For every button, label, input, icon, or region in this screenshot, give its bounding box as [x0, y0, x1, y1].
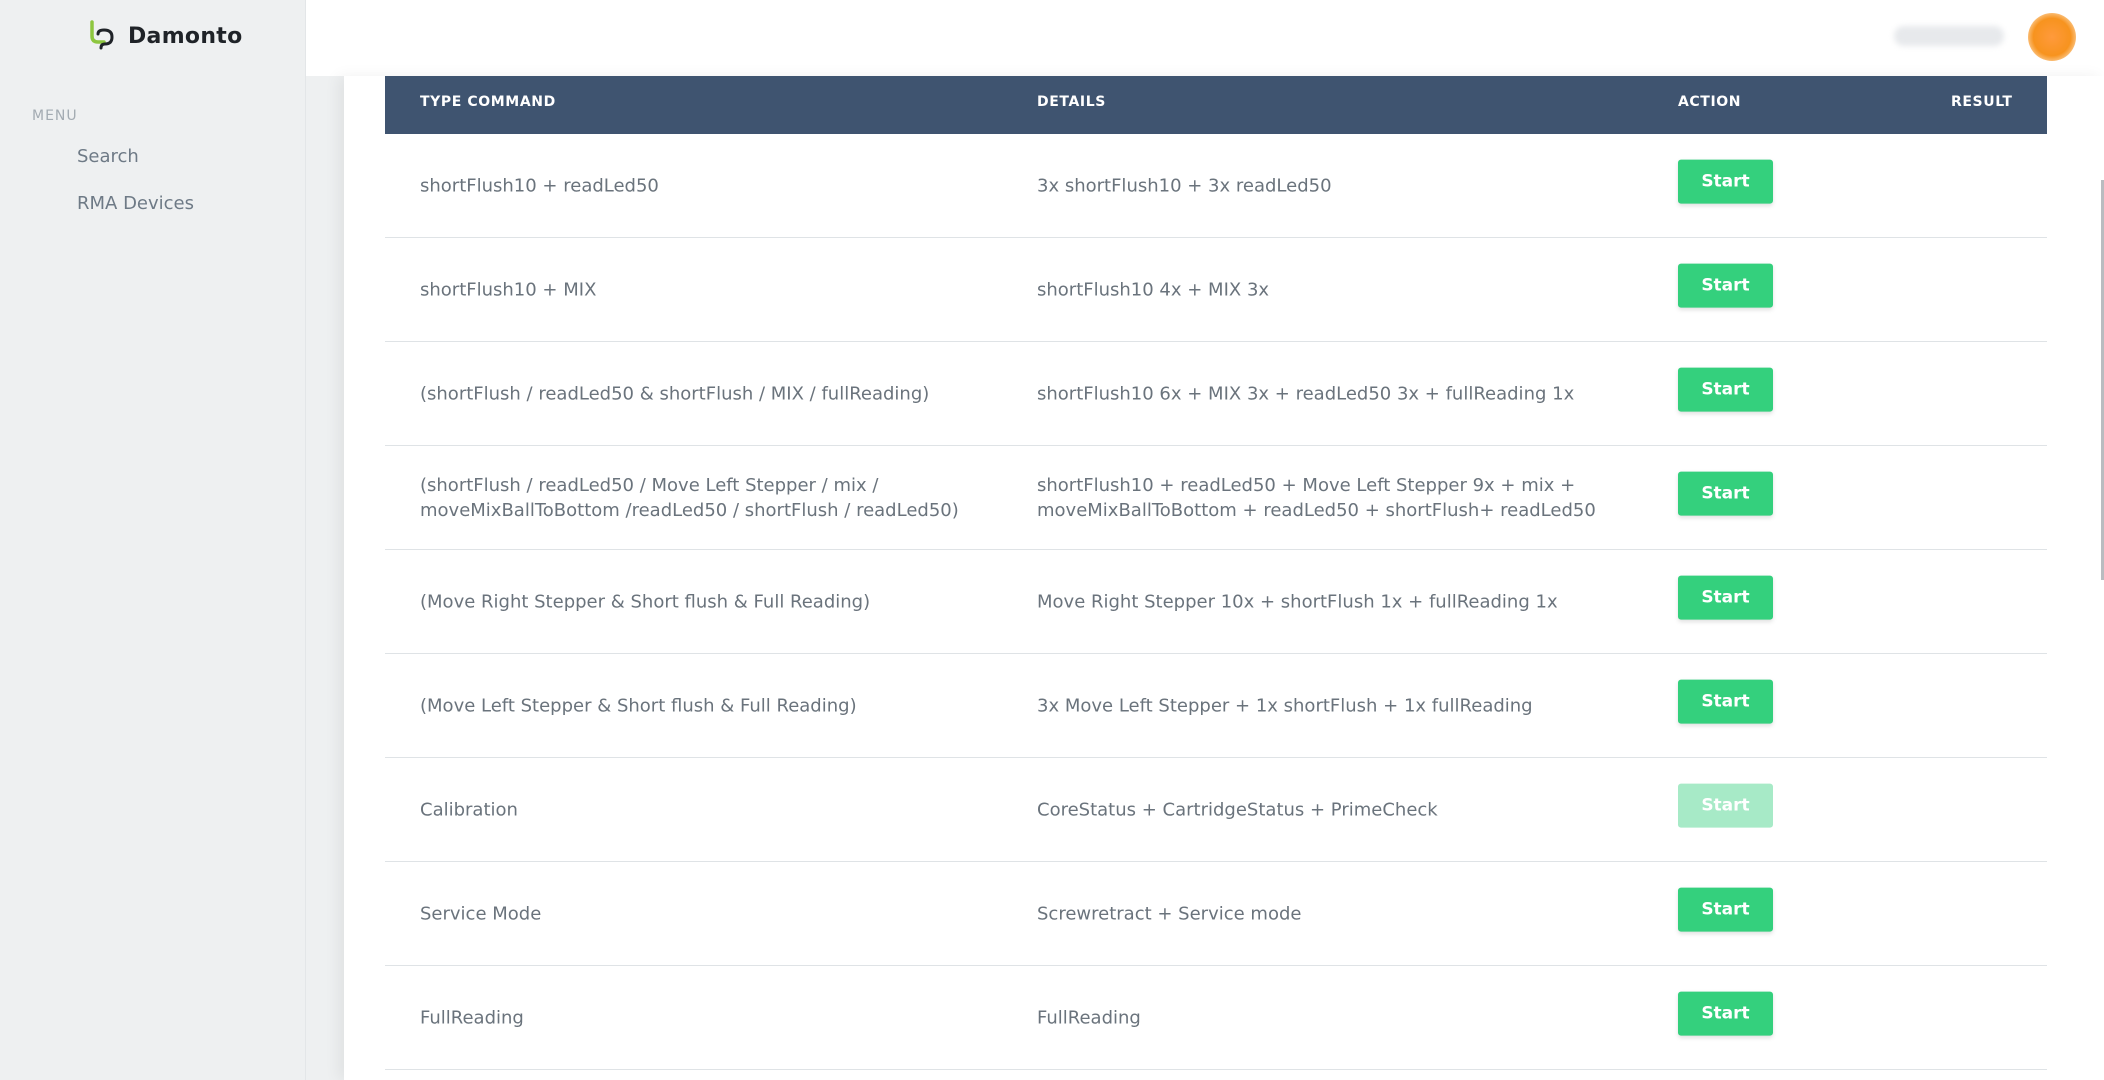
cell-details: CoreStatus + CartridgeStatus + PrimeChec…	[1037, 799, 1438, 820]
cell-details: FullReading	[1037, 1007, 1141, 1028]
table-row: shortFlush10 + MIX shortFlush10 4x + MIX…	[385, 238, 2047, 342]
cell-type-command: (Move Left Stepper & Short flush & Full …	[420, 695, 857, 716]
brand[interactable]: Damonto	[84, 20, 243, 52]
table-row: (shortFlush / readLed50 & shortFlush / M…	[385, 342, 2047, 446]
main-content: TYPE COMMAND DETAILS ACTION RESULT short…	[344, 76, 2104, 1080]
avatar[interactable]	[2028, 13, 2076, 61]
cell-details: 3x Move Left Stepper + 1x shortFlush + 1…	[1037, 695, 1533, 716]
user-name-blurred[interactable]	[1894, 26, 2004, 46]
start-button[interactable]: Start	[1678, 263, 1773, 308]
cell-details: Move Right Stepper 10x + shortFlush 1x +…	[1037, 591, 1558, 612]
cell-type-command: Service Mode	[420, 903, 542, 924]
start-button[interactable]: Start	[1678, 471, 1773, 516]
start-button[interactable]: Start	[1678, 159, 1773, 204]
sidebar-item-rma-devices[interactable]: RMA Devices	[77, 193, 194, 214]
sidebar-item-search[interactable]: Search	[77, 146, 139, 167]
cell-type-command: (Move Right Stepper & Short flush & Full…	[420, 591, 871, 612]
cell-details: shortFlush10 6x + MIX 3x + readLed50 3x …	[1037, 383, 1575, 404]
table-row: Service Mode Screwretract + Service mode…	[385, 862, 2047, 966]
cell-type-command: (shortFlush / readLed50 / Move Left Step…	[420, 474, 959, 521]
start-button[interactable]: Start	[1678, 679, 1773, 724]
cell-details: shortFlush10 4x + MIX 3x	[1037, 279, 1270, 300]
table-row: (Move Left Stepper & Short flush & Full …	[385, 654, 2047, 758]
brand-name: Damonto	[128, 23, 243, 49]
top-header	[306, 0, 2104, 76]
table-row: (Move Right Stepper & Short flush & Full…	[385, 550, 2047, 654]
start-button[interactable]: Start	[1678, 887, 1773, 932]
table-row: shortFlush10 + readLed50 3x shortFlush10…	[385, 134, 2047, 238]
table-row: (shortFlush / readLed50 / Move Left Step…	[385, 446, 2047, 550]
logo-icon	[90, 20, 114, 50]
start-button[interactable]: Start	[1678, 991, 1773, 1036]
header-action: ACTION	[1678, 94, 1742, 110]
cell-type-command: shortFlush10 + readLed50	[420, 175, 659, 196]
cell-details: shortFlush10 + readLed50 + Move Left Ste…	[1037, 474, 1596, 521]
cell-details: Screwretract + Service mode	[1037, 903, 1302, 924]
cell-type-command: (shortFlush / readLed50 & shortFlush / M…	[420, 383, 930, 404]
cell-type-command: FullReading	[420, 1007, 524, 1028]
table-header: TYPE COMMAND DETAILS ACTION RESULT	[385, 76, 2047, 134]
menu-heading: MENU	[32, 108, 78, 124]
start-button-disabled: Start	[1678, 783, 1773, 828]
sidebar: Damonto MENU Search RMA Devices	[0, 0, 306, 1080]
header-result: RESULT	[1951, 94, 2013, 110]
table-row: FullReading FullReading Start	[385, 966, 2047, 1070]
header-type-command: TYPE COMMAND	[420, 94, 556, 110]
start-button[interactable]: Start	[1678, 575, 1773, 620]
cell-details: 3x shortFlush10 + 3x readLed50	[1037, 175, 1332, 196]
start-button[interactable]: Start	[1678, 367, 1773, 412]
commands-table: TYPE COMMAND DETAILS ACTION RESULT short…	[385, 76, 2047, 1070]
cell-type-command: shortFlush10 + MIX	[420, 279, 597, 300]
header-details: DETAILS	[1037, 94, 1106, 110]
cell-type-command: Calibration	[420, 799, 518, 820]
table-row: Calibration CoreStatus + CartridgeStatus…	[385, 758, 2047, 862]
